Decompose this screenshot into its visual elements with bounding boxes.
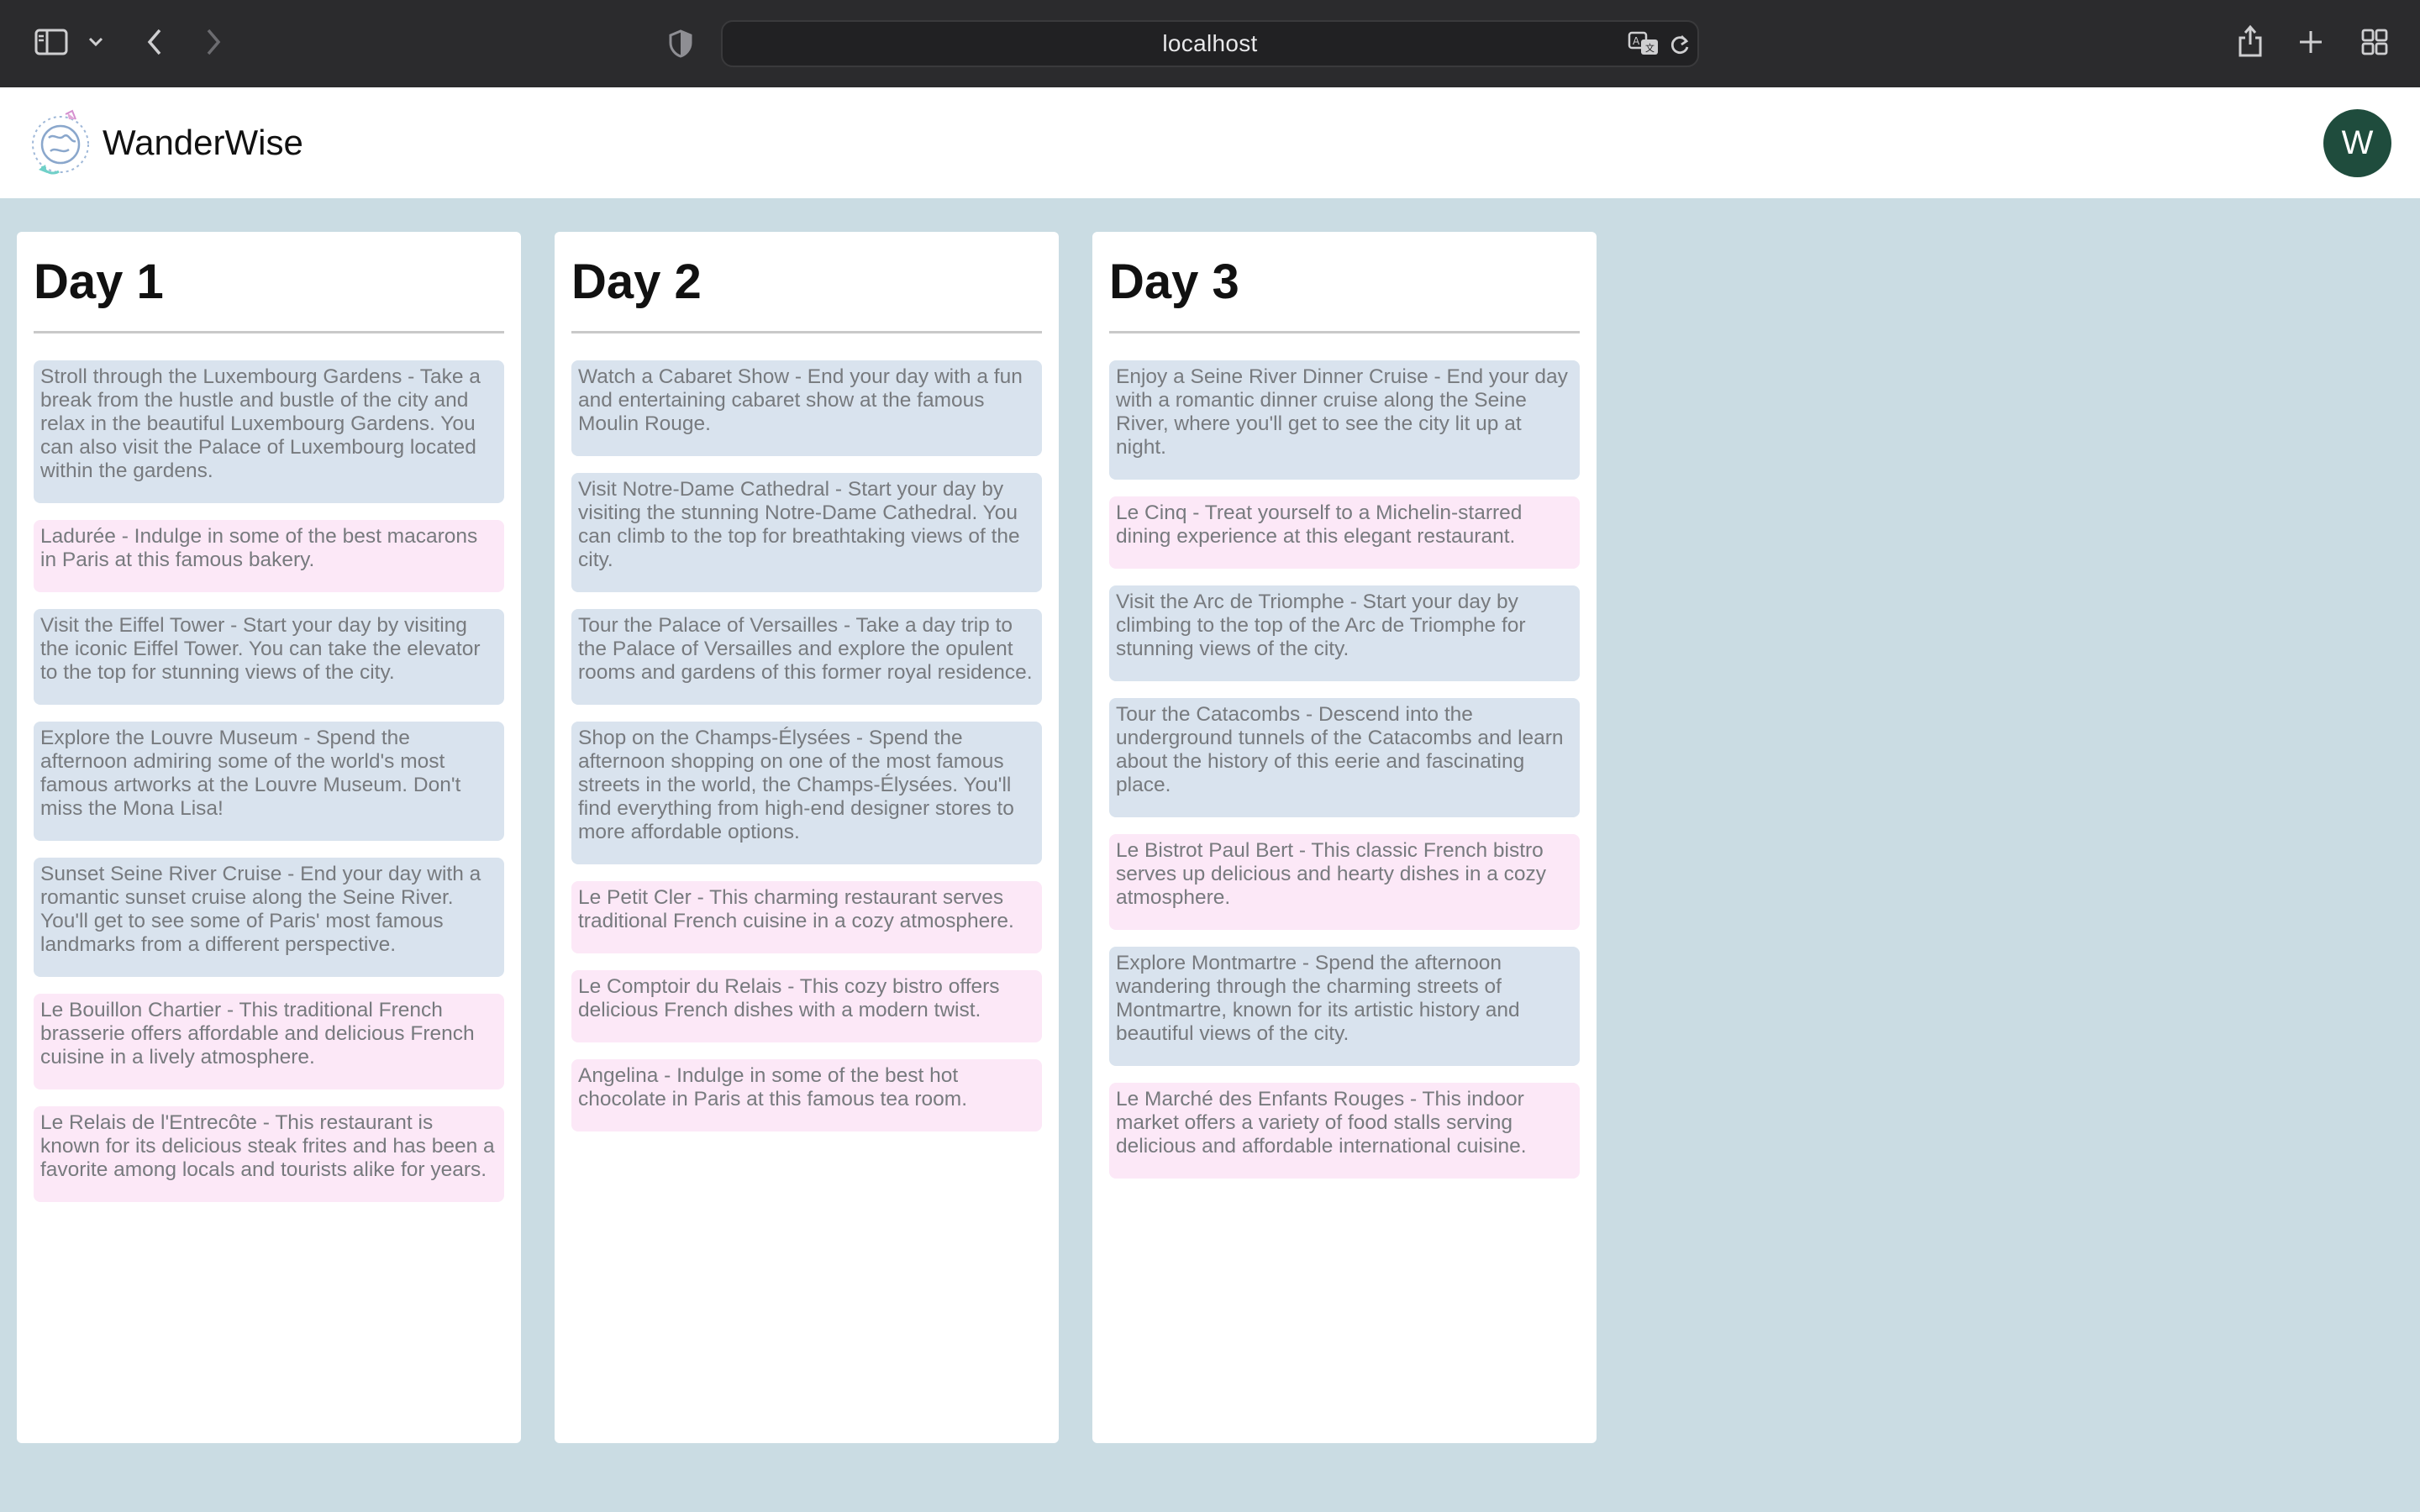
itinerary-card[interactable]: Tour the Catacombs - Descend into the un… bbox=[1109, 698, 1580, 817]
svg-text:文: 文 bbox=[1645, 42, 1655, 54]
itinerary-card[interactable]: Le Marché des Enfants Rouges - This indo… bbox=[1109, 1083, 1580, 1179]
sidebar-toggle-icon[interactable] bbox=[32, 25, 71, 59]
reload-icon[interactable] bbox=[1667, 30, 1692, 59]
itinerary-card[interactable]: Enjoy a Seine River Dinner Cruise - End … bbox=[1109, 360, 1580, 480]
chevron-down-icon[interactable] bbox=[84, 30, 108, 54]
tab-overview-icon[interactable] bbox=[2360, 27, 2390, 57]
new-tab-icon[interactable] bbox=[2296, 27, 2326, 57]
brand-name[interactable]: WanderWise bbox=[103, 118, 303, 168]
itinerary-card[interactable]: Le Comptoir du Relais - This cozy bistro… bbox=[571, 970, 1042, 1042]
itinerary-card[interactable]: Le Bouillon Chartier - This traditional … bbox=[34, 994, 504, 1089]
share-icon[interactable] bbox=[2235, 22, 2265, 60]
itinerary-card[interactable]: Tour the Palace of Versailles - Take a d… bbox=[571, 609, 1042, 705]
itinerary-card[interactable]: Explore the Louvre Museum - Spend the af… bbox=[34, 722, 504, 841]
itinerary-card[interactable]: Visit the Eiffel Tower - Start your day … bbox=[34, 609, 504, 705]
browser-toolbar: localhost A文 bbox=[0, 0, 2420, 87]
itinerary-card[interactable]: Stroll through the Luxembourg Gardens - … bbox=[34, 360, 504, 503]
day-title: Day 1 bbox=[34, 255, 164, 309]
day-title: Day 3 bbox=[1109, 255, 1239, 309]
itinerary-card[interactable]: Le Cinq - Treat yourself to a Michelin-s… bbox=[1109, 496, 1580, 569]
globe-logo-icon[interactable] bbox=[29, 108, 96, 178]
divider bbox=[571, 331, 1042, 333]
divider bbox=[1109, 331, 1580, 333]
itinerary-card[interactable]: Watch a Cabaret Show - End your day with… bbox=[571, 360, 1042, 456]
itinerary-card[interactable]: Visit Notre-Dame Cathedral - Start your … bbox=[571, 473, 1042, 592]
forward-icon[interactable] bbox=[198, 25, 229, 59]
itinerary-card[interactable]: Sunset Seine River Cruise - End your day… bbox=[34, 858, 504, 977]
itinerary-card[interactable]: Explore Montmartre - Spend the afternoon… bbox=[1109, 947, 1580, 1066]
svg-text:A: A bbox=[1633, 35, 1640, 47]
itinerary-card[interactable]: Le Bistrot Paul Bert - This classic Fren… bbox=[1109, 834, 1580, 930]
itinerary-card[interactable]: Shop on the Champs-Élysées - Spend the a… bbox=[571, 722, 1042, 864]
app-header: WanderWise W bbox=[0, 87, 2420, 198]
back-icon[interactable] bbox=[139, 25, 170, 59]
day-column-3: Day 3 Enjoy a Seine River Dinner Cruise … bbox=[1092, 232, 1597, 1443]
privacy-shield-icon[interactable] bbox=[666, 27, 696, 60]
address-bar[interactable]: localhost A文 bbox=[721, 20, 1699, 67]
day-title: Day 2 bbox=[571, 255, 702, 309]
itinerary-card[interactable]: Angelina - Indulge in some of the best h… bbox=[571, 1059, 1042, 1131]
url-text: localhost bbox=[1162, 30, 1258, 56]
divider bbox=[34, 331, 504, 333]
itinerary-card[interactable]: Visit the Arc de Triomphe - Start your d… bbox=[1109, 585, 1580, 681]
user-avatar[interactable]: W bbox=[2323, 109, 2391, 177]
translate-icon[interactable]: A文 bbox=[1627, 29, 1660, 59]
itinerary-card[interactable]: Le Relais de l'Entrecôte - This restaura… bbox=[34, 1106, 504, 1202]
day-column-2: Day 2 Watch a Cabaret Show - End your da… bbox=[555, 232, 1059, 1443]
itinerary-card[interactable]: Le Petit Cler - This charming restaurant… bbox=[571, 881, 1042, 953]
itinerary-card[interactable]: Ladurée - Indulge in some of the best ma… bbox=[34, 520, 504, 592]
day-column-1: Day 1 Stroll through the Luxembourg Gard… bbox=[17, 232, 521, 1443]
